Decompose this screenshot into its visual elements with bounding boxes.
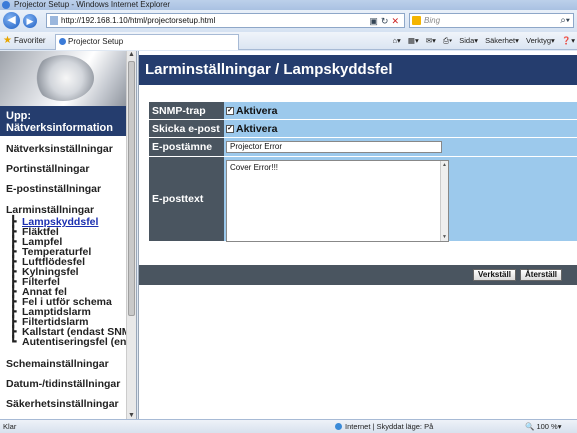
snmp-trap-value: ✓ Aktivera — [226, 102, 277, 119]
apply-button[interactable]: Verkställ — [473, 269, 516, 281]
ie-icon — [2, 1, 10, 9]
globe-icon — [335, 423, 342, 430]
send-email-value: ✓ Aktivera — [226, 120, 277, 137]
bing-logo-icon — [412, 16, 421, 25]
url-text: http://192.168.1.10/html/projectorsetup.… — [61, 16, 216, 25]
tab-title: Projector Setup — [68, 37, 124, 46]
snmp-trap-label: SNMP-trap — [149, 102, 224, 119]
feeds-icon[interactable]: ▦▾ — [408, 36, 419, 45]
command-bar: ⌂▾ ▦▾ ✉▾ ⎙▾ Sida▾ Säkerhet▾ Verktyg▾ ❓▾ — [392, 36, 576, 45]
scroll-down-icon[interactable]: ▼ — [128, 412, 135, 419]
sidebar: Upp: Nätverksinformation Nätverksinställ… — [0, 51, 137, 419]
zoom-control[interactable]: 🔍 100 %▾ — [525, 420, 561, 433]
reset-button[interactable]: Återställ — [520, 269, 563, 281]
email-text-label: E-posttext — [149, 157, 224, 241]
favorites-bar: ★ Favoriter Projector Setup ⌂▾ ▦▾ ✉▾ ⎙▾ … — [0, 32, 577, 50]
email-text-textarea[interactable]: Cover Error!!! ▲ ▼ — [226, 160, 449, 242]
page-title: Larminställningar / Lampskyddsfel — [139, 55, 577, 85]
stop-icon[interactable]: ✕ — [391, 16, 402, 26]
snmp-trap-checkbox-label: Aktivera — [236, 104, 278, 117]
address-buttons: ▣↻✕ — [369, 15, 402, 28]
favorites-button[interactable]: ★ Favoriter — [3, 34, 46, 48]
print-icon[interactable]: ⎙▾ — [443, 36, 452, 45]
tool-page[interactable]: Sida — [459, 36, 474, 45]
textarea-scrollbar[interactable]: ▲ ▼ — [440, 161, 448, 241]
sidebar-item-schedule[interactable]: Schemainställningar — [6, 358, 109, 370]
back-button[interactable]: ◀ — [3, 12, 20, 29]
star-icon: ★ — [3, 35, 12, 46]
zoom-level: 100 % — [536, 422, 558, 431]
snmp-trap-checkbox[interactable]: ✓ — [226, 106, 234, 115]
row-email-subject: E-postämne Projector Error — [149, 138, 577, 156]
send-email-checkbox-label: Aktivera — [236, 122, 278, 135]
search-icon[interactable]: ⌕▾ — [560, 14, 570, 27]
sidebar-scrollbar[interactable]: ▲ ▼ — [126, 51, 136, 419]
projector-lens-graphic — [32, 55, 94, 101]
help-icon[interactable]: ❓▾ — [562, 36, 575, 45]
sidebar-scroll-thumb[interactable] — [128, 61, 135, 316]
home-icon[interactable]: ⌂▾ — [393, 36, 401, 45]
sidebar-item-datetime[interactable]: Datum-/tidinställningar — [6, 378, 120, 390]
forward-button[interactable]: ▶ — [23, 14, 37, 28]
tool-tools[interactable]: Verktyg — [526, 36, 551, 45]
sidebar-subitem-authentication-error[interactable]: ┗ Autentiseringsfel (en — [10, 337, 126, 348]
security-zone: Internet | Skyddat läge: På — [335, 420, 433, 433]
address-toolbar: ◀ ▶ http://192.168.1.10/html/projectorse… — [0, 10, 577, 32]
row-email-text: E-posttext Cover Error!!! ▲ ▼ — [149, 157, 577, 242]
row-snmp-trap: SNMP-trap ✓ Aktivera — [149, 102, 577, 119]
zone-text: Internet | Skyddat läge: På — [345, 422, 434, 431]
window-title: Projector Setup - Windows Internet Explo… — [14, 0, 171, 9]
sidebar-up-link[interactable]: Upp: Nätverksinformation — [0, 106, 126, 136]
textarea-scroll-up-icon[interactable]: ▲ — [442, 162, 447, 168]
window-title-bar: Projector Setup - Windows Internet Explo… — [0, 0, 577, 10]
main-content: Larminställningar / Lampskyddsfel SNMP-t… — [138, 51, 577, 419]
tab-page-icon — [59, 38, 66, 45]
status-text: Klar — [3, 422, 17, 431]
email-subject-label: E-postämne — [149, 138, 224, 156]
send-email-checkbox[interactable]: ✓ — [226, 124, 234, 133]
compat-icon[interactable]: ▣ — [369, 16, 381, 26]
search-input[interactable]: Bing ⌕▾ — [409, 13, 574, 28]
tool-safety[interactable]: Säkerhet — [485, 36, 515, 45]
browser-tab[interactable]: Projector Setup — [55, 34, 239, 50]
mail-icon[interactable]: ✉▾ — [426, 36, 436, 45]
search-placeholder: Bing — [424, 16, 441, 25]
refresh-icon[interactable]: ↻ — [381, 16, 392, 26]
sidebar-item-email[interactable]: E-postinställningar — [6, 183, 101, 195]
textarea-scroll-down-icon[interactable]: ▼ — [442, 234, 447, 240]
zoom-icon: 🔍 — [525, 422, 535, 431]
sidebar-item-port[interactable]: Portinställningar — [6, 163, 89, 175]
favorites-label: Favoriter — [14, 36, 46, 45]
action-bar: Verkställ Återställ — [139, 265, 577, 285]
sidebar-item-network[interactable]: Nätverksinställningar — [6, 143, 113, 155]
email-subject-input[interactable]: Projector Error — [226, 141, 442, 153]
status-bar: Klar Internet | Skyddat läge: På 🔍 100 %… — [0, 419, 577, 433]
row-send-email: Skicka e-post ✓ Aktivera — [149, 120, 577, 137]
scroll-up-icon[interactable]: ▲ — [128, 51, 135, 58]
projector-banner-image — [0, 51, 126, 106]
sidebar-item-security[interactable]: Säkerhetsinställningar — [6, 398, 119, 410]
address-bar[interactable]: http://192.168.1.10/html/projectorsetup.… — [46, 13, 405, 28]
page-icon — [50, 16, 58, 25]
email-text-value: Cover Error!!! — [230, 163, 279, 172]
sidebar-item-alarm[interactable]: Larminställningar — [6, 204, 94, 216]
send-email-label: Skicka e-post — [149, 120, 224, 137]
